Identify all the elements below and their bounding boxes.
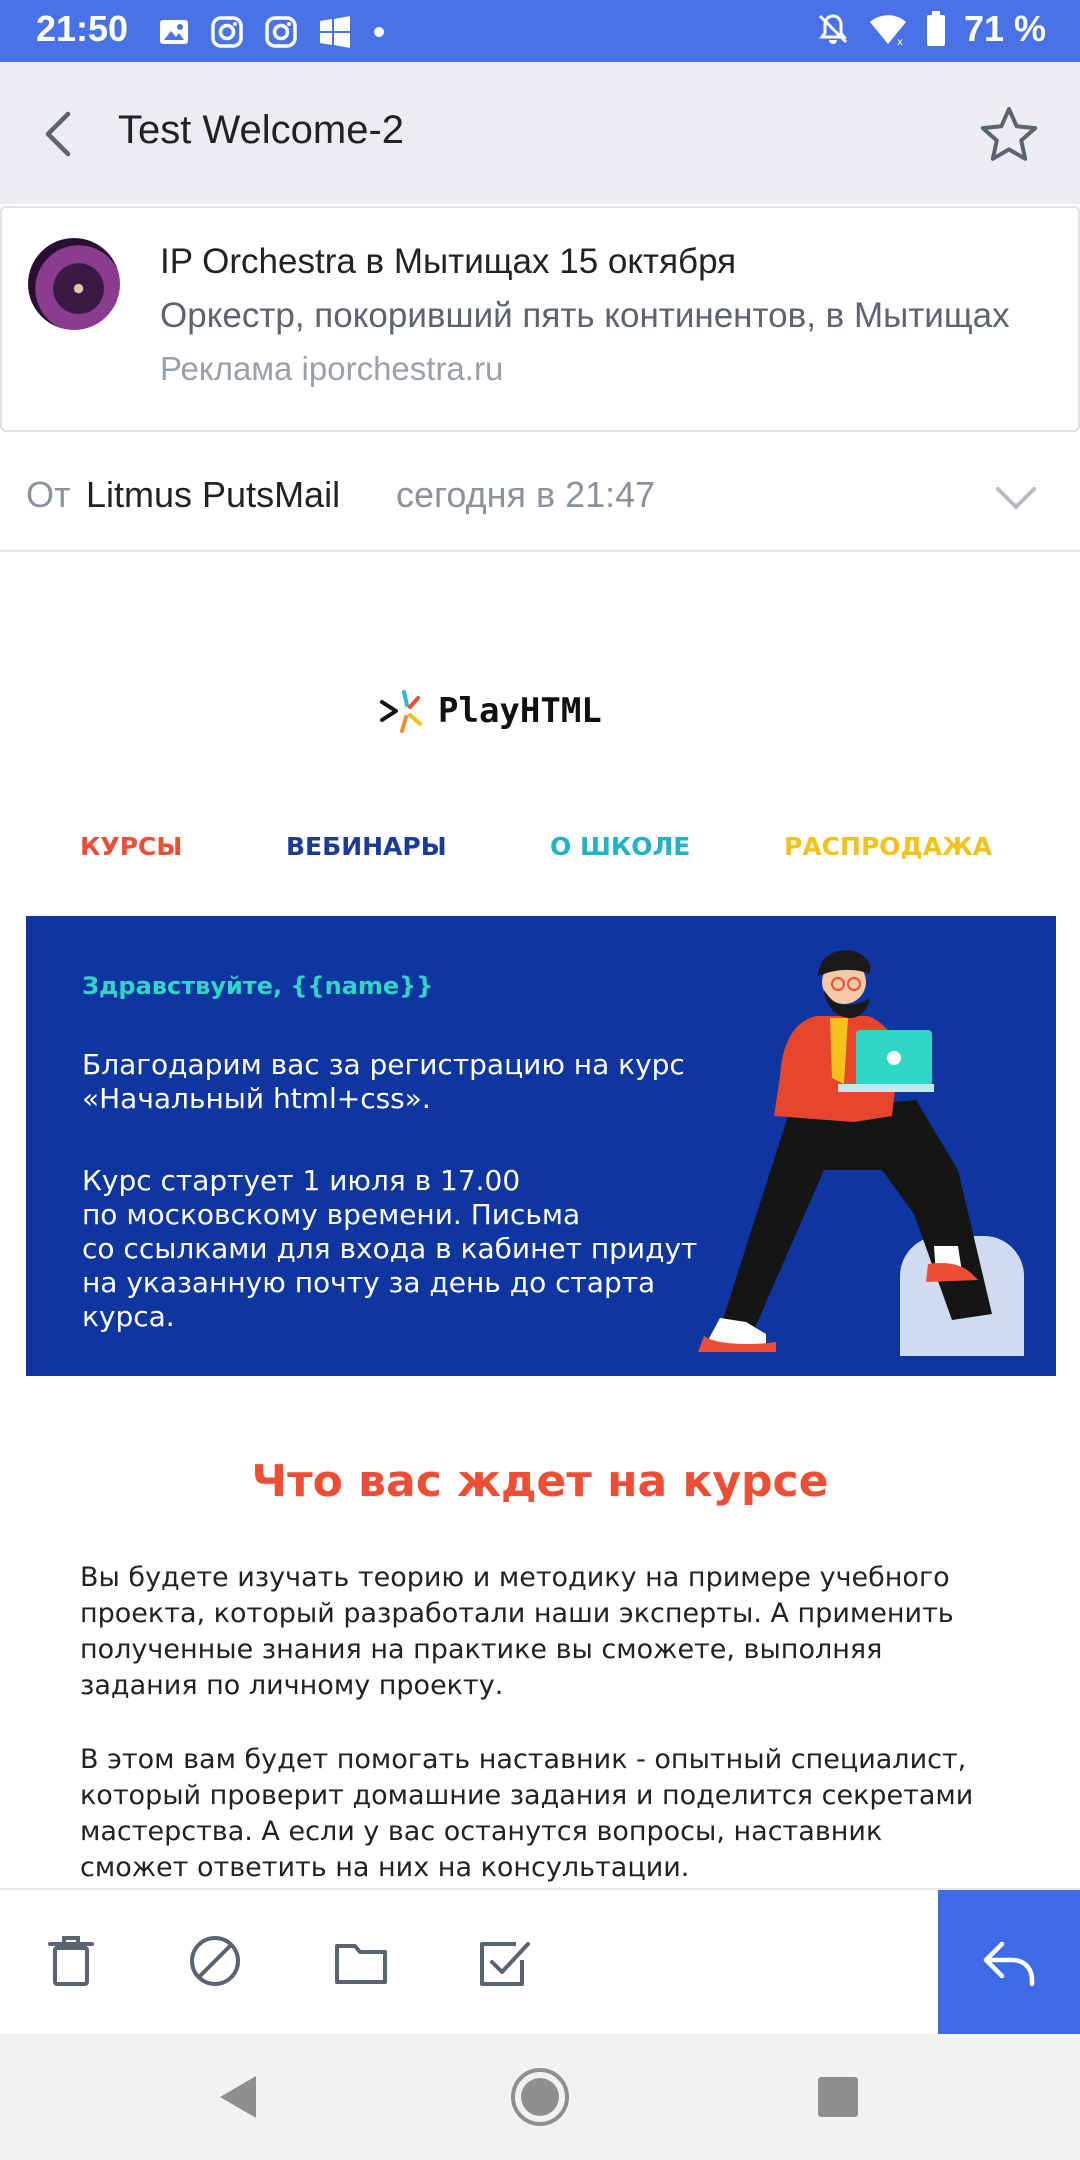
- status-time: 21:50: [36, 8, 129, 49]
- system-navigation-bar: [0, 2034, 1080, 2160]
- email-action-toolbar: [0, 1888, 1080, 2036]
- reply-button[interactable]: [938, 1890, 1080, 2036]
- nav-back-icon[interactable]: [214, 2072, 264, 2122]
- section-title: Что вас ждет на курсе: [251, 1456, 829, 1507]
- from-label: От: [26, 474, 71, 515]
- reply-icon: [983, 1941, 1035, 1987]
- hero-paragraph-2: Курс стартует 1 июля в 17.00 по московск…: [82, 1164, 698, 1333]
- folder-icon[interactable]: [332, 1932, 390, 1990]
- hero-paragraph-1: Благодарим вас за регистрацию на курс «Н…: [82, 1048, 685, 1115]
- hero-banner: Здравствуйте, {{name}} Благодарим вас за…: [26, 916, 1056, 1376]
- back-arrow-icon[interactable]: [38, 108, 78, 160]
- trash-icon[interactable]: [42, 1932, 100, 1990]
- playhtml-logo-icon: [380, 690, 422, 733]
- instagram-icon: [265, 16, 297, 48]
- nav-home-icon[interactable]: [509, 2066, 571, 2128]
- ad-avatar: [28, 238, 120, 330]
- ad-source: Реклама iporchestra.ru: [160, 350, 504, 387]
- email-subject: Test Welcome-2: [118, 108, 405, 152]
- chevron-down-icon[interactable]: [994, 484, 1038, 512]
- battery-level: 71 %: [963, 8, 1046, 49]
- app-bar: Test Welcome-2: [0, 62, 1080, 204]
- nav-recents-icon[interactable]: [817, 2076, 859, 2118]
- brand-logo[interactable]: PlayHTML: [378, 686, 602, 736]
- svg-text:x: x: [897, 37, 903, 46]
- nav-sale-link[interactable]: РАСПРОДАЖА: [784, 832, 992, 861]
- body-paragraph-2: В этом вам будет помогать наставник - оп…: [80, 1744, 974, 1883]
- sender-name: Litmus PutsMail: [86, 474, 341, 515]
- ad-description: Оркестр, покоривший пять континентов, в …: [160, 296, 1010, 335]
- greeting: Здравствуйте, {{name}}: [82, 972, 434, 1000]
- battery-icon: [926, 11, 945, 46]
- windows-icon: [320, 16, 350, 48]
- instagram-icon: [211, 16, 243, 48]
- sent-date: сегодня в 21:47: [396, 474, 656, 515]
- nav-courses-link[interactable]: КУРСЫ: [80, 832, 182, 861]
- mark-read-icon[interactable]: [476, 1932, 534, 1990]
- body-paragraph-1: Вы будете изучать теорию и методику на п…: [80, 1562, 954, 1701]
- wifi-icon: x: [869, 15, 906, 46]
- ad-card[interactable]: IP Orchestra в Мытищах 15 октября Оркест…: [0, 206, 1080, 432]
- brand-name: PlayHTML: [438, 691, 602, 731]
- star-icon[interactable]: [978, 104, 1040, 166]
- status-bar: 21:50 x 71 %: [0, 0, 1080, 62]
- student-illustration: [698, 950, 1024, 1356]
- nav-about-link[interactable]: О ШКОЛЕ: [550, 832, 690, 861]
- ad-title: IP Orchestra в Мытищах 15 октября: [160, 242, 737, 281]
- sender-row[interactable]: От Litmus PutsMail сегодня в 21:47: [0, 432, 1080, 552]
- image-icon: [160, 20, 188, 44]
- nav-webinars-link[interactable]: ВЕБИНАРЫ: [286, 832, 447, 861]
- dot-icon: [374, 27, 384, 37]
- mute-icon: [818, 14, 847, 44]
- spam-icon[interactable]: [186, 1932, 244, 1990]
